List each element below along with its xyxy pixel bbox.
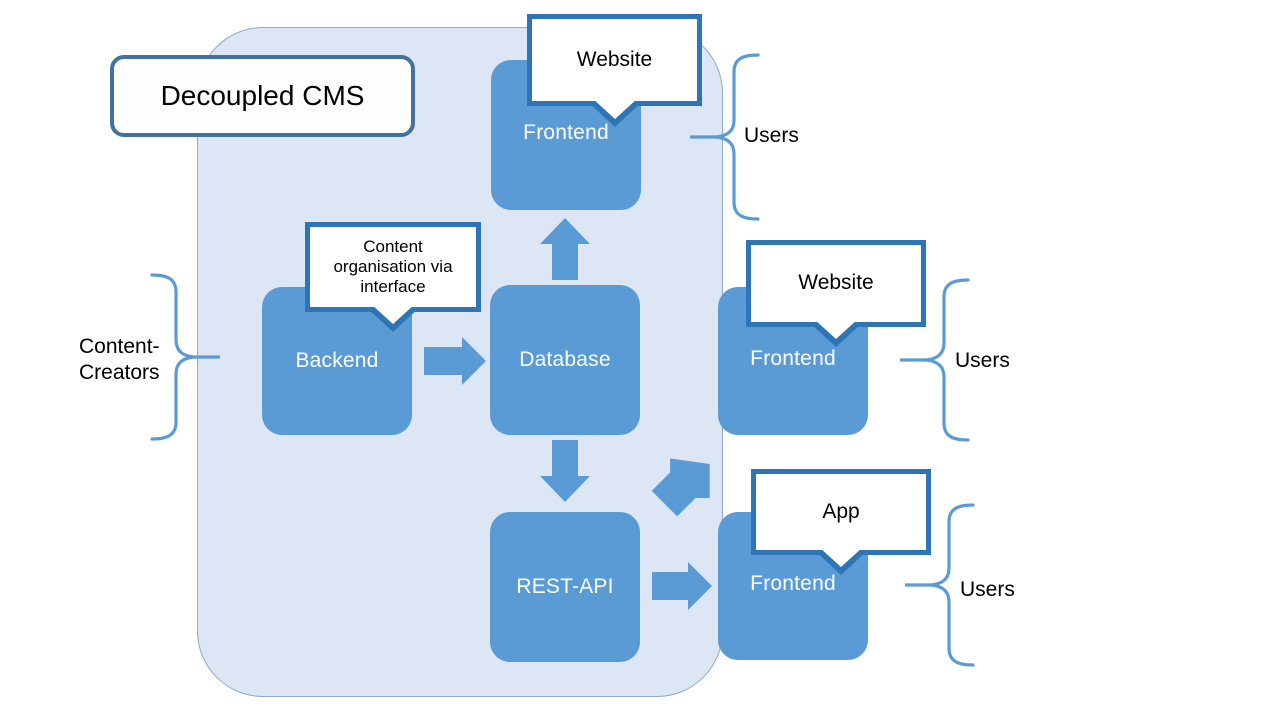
label-users-middle: Users	[955, 349, 1010, 372]
node-rest-api[interactable]: REST-API	[490, 512, 640, 662]
arrow-rest-api-to-frontend-bottom	[652, 562, 712, 610]
label-content-creators: Content- Creators	[79, 335, 160, 385]
callout-website-middle: Website	[746, 240, 926, 347]
callout-tail-inner-icon	[814, 319, 858, 339]
arrow-backend-to-database	[424, 337, 486, 385]
diagram-title-text: Decoupled CMS	[160, 80, 365, 111]
callout-website-middle-text: Website	[798, 271, 874, 295]
callout-app-text: App	[822, 499, 860, 523]
node-frontend-bottom-label: Frontend	[750, 572, 836, 595]
diagram-canvas: Frontend Backend Database REST-API Front…	[0, 0, 1280, 720]
callout-app: App	[751, 469, 931, 575]
node-database-label: Database	[519, 348, 611, 371]
arrow-database-to-frontend-top	[540, 218, 590, 280]
callout-website-top-text: Website	[576, 47, 653, 71]
arrow-database-to-rest-api	[540, 440, 590, 502]
callout-content-organisation: Content organisation via interface	[305, 222, 481, 332]
label-users-top: Users	[744, 124, 799, 147]
node-database[interactable]: Database	[490, 285, 640, 435]
callout-tail-inner-icon	[371, 304, 415, 324]
callout-tail-inner-icon	[591, 98, 638, 119]
label-users-bottom: Users	[960, 578, 1015, 601]
callout-website-top: Website	[527, 14, 702, 127]
node-backend-label: Backend	[295, 349, 379, 372]
callout-content-organisation-text: Content organisation via interface	[333, 236, 453, 297]
diagram-title-box: Decoupled CMS	[110, 55, 415, 137]
node-frontend-middle-label: Frontend	[750, 347, 836, 370]
callout-tail-inner-icon	[819, 547, 863, 567]
node-rest-api-label: REST-API	[516, 575, 614, 598]
arrow-rest-api-to-frontend-middle	[645, 446, 715, 516]
